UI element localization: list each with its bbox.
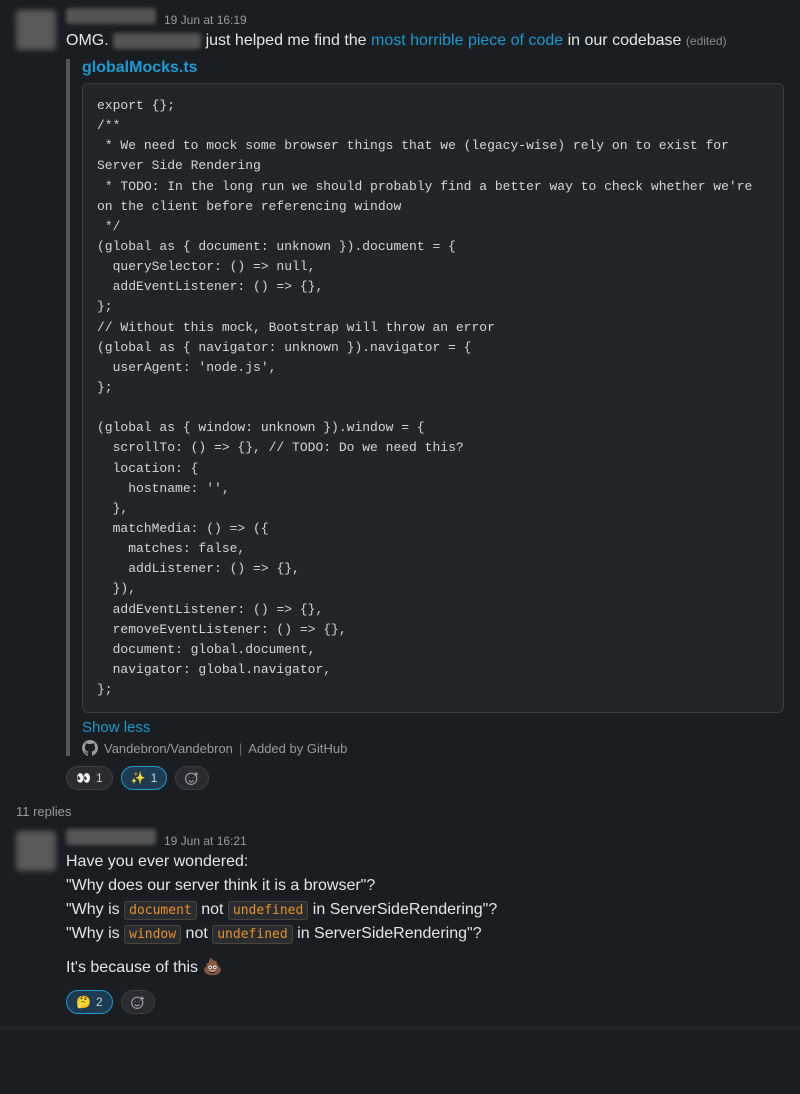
text-mid: just helped me find the	[206, 32, 367, 49]
poop-icon: 💩	[202, 959, 222, 976]
source-added: Added by GitHub	[248, 741, 347, 756]
text: in ServerSideRendering"?	[293, 925, 482, 942]
username-redacted[interactable]	[66, 829, 156, 845]
eyes-icon: 👀	[76, 771, 91, 785]
message-body: 19 Jun at 16:19 OMG. just helped me find…	[66, 8, 784, 790]
code-undefined: undefined	[228, 901, 308, 920]
reaction-count: 2	[96, 995, 103, 1009]
message-2: 19 Jun at 16:21 Have you ever wondered: …	[0, 821, 800, 1022]
line-5: It's because of this 💩	[66, 956, 784, 980]
line-2: "Why does our server think it is a brows…	[66, 874, 784, 898]
text: in ServerSideRendering"?	[308, 901, 497, 918]
code-link[interactable]: most horrible piece of code	[371, 32, 563, 49]
text: not	[197, 901, 228, 918]
message-header: 19 Jun at 16:21	[66, 829, 784, 848]
code-window: window	[124, 925, 181, 944]
reaction-count: 1	[151, 771, 158, 785]
line-3: "Why is document not undefined in Server…	[66, 898, 784, 922]
avatar[interactable]	[16, 831, 56, 871]
timestamp[interactable]: 19 Jun at 16:19	[164, 13, 247, 27]
text: It's because of this	[66, 959, 202, 976]
message-text: OMG. just helped me find the most horrib…	[66, 29, 784, 53]
file-title[interactable]: globalMocks.ts	[82, 59, 784, 77]
edited-label: (edited)	[686, 34, 727, 48]
reaction-count: 1	[96, 771, 103, 785]
thread-divider	[0, 1026, 800, 1030]
text: "Why is	[66, 925, 124, 942]
source-repo[interactable]: Vandebron/Vandebron	[104, 741, 233, 756]
github-icon	[82, 740, 98, 756]
source-sep: |	[239, 741, 242, 756]
attachment: globalMocks.ts export {}; /** * We need …	[66, 59, 784, 756]
thinking-icon: 🤔	[76, 995, 91, 1009]
eyes-reaction[interactable]: 👀 1	[66, 766, 113, 790]
reactions-bar: 👀 1 ✨ 1	[66, 766, 784, 790]
username-redacted[interactable]	[66, 8, 156, 24]
sparkles-reaction[interactable]: ✨ 1	[121, 766, 168, 790]
thinking-reaction[interactable]: 🤔 2	[66, 990, 113, 1014]
text-suffix: in our codebase	[568, 32, 682, 49]
text-prefix: OMG.	[66, 32, 109, 49]
code-undefined: undefined	[212, 925, 292, 944]
add-reaction-button[interactable]	[175, 766, 209, 790]
message-body: 19 Jun at 16:21 Have you ever wondered: …	[66, 829, 784, 1014]
sparkles-icon: ✨	[131, 771, 146, 785]
source-line: Vandebron/Vandebron | Added by GitHub	[82, 740, 784, 756]
message-header: 19 Jun at 16:19	[66, 8, 784, 27]
message-1: 19 Jun at 16:19 OMG. just helped me find…	[0, 0, 800, 798]
show-less-button[interactable]: Show less	[82, 719, 784, 736]
text: "Why is	[66, 901, 124, 918]
mention-redacted[interactable]	[113, 33, 201, 49]
text: not	[181, 925, 212, 942]
message-text: Have you ever wondered: "Why does our se…	[66, 850, 784, 980]
timestamp[interactable]: 19 Jun at 16:21	[164, 834, 247, 848]
code-document: document	[124, 901, 197, 920]
line-1: Have you ever wondered:	[66, 850, 784, 874]
reactions-bar: 🤔 2	[66, 990, 784, 1014]
replies-count[interactable]: 11 replies	[0, 798, 800, 821]
line-4: "Why is window not undefined in ServerSi…	[66, 922, 784, 946]
add-reaction-button[interactable]	[121, 990, 155, 1014]
avatar[interactable]	[16, 10, 56, 50]
code-block: export {}; /** * We need to mock some br…	[82, 83, 784, 713]
